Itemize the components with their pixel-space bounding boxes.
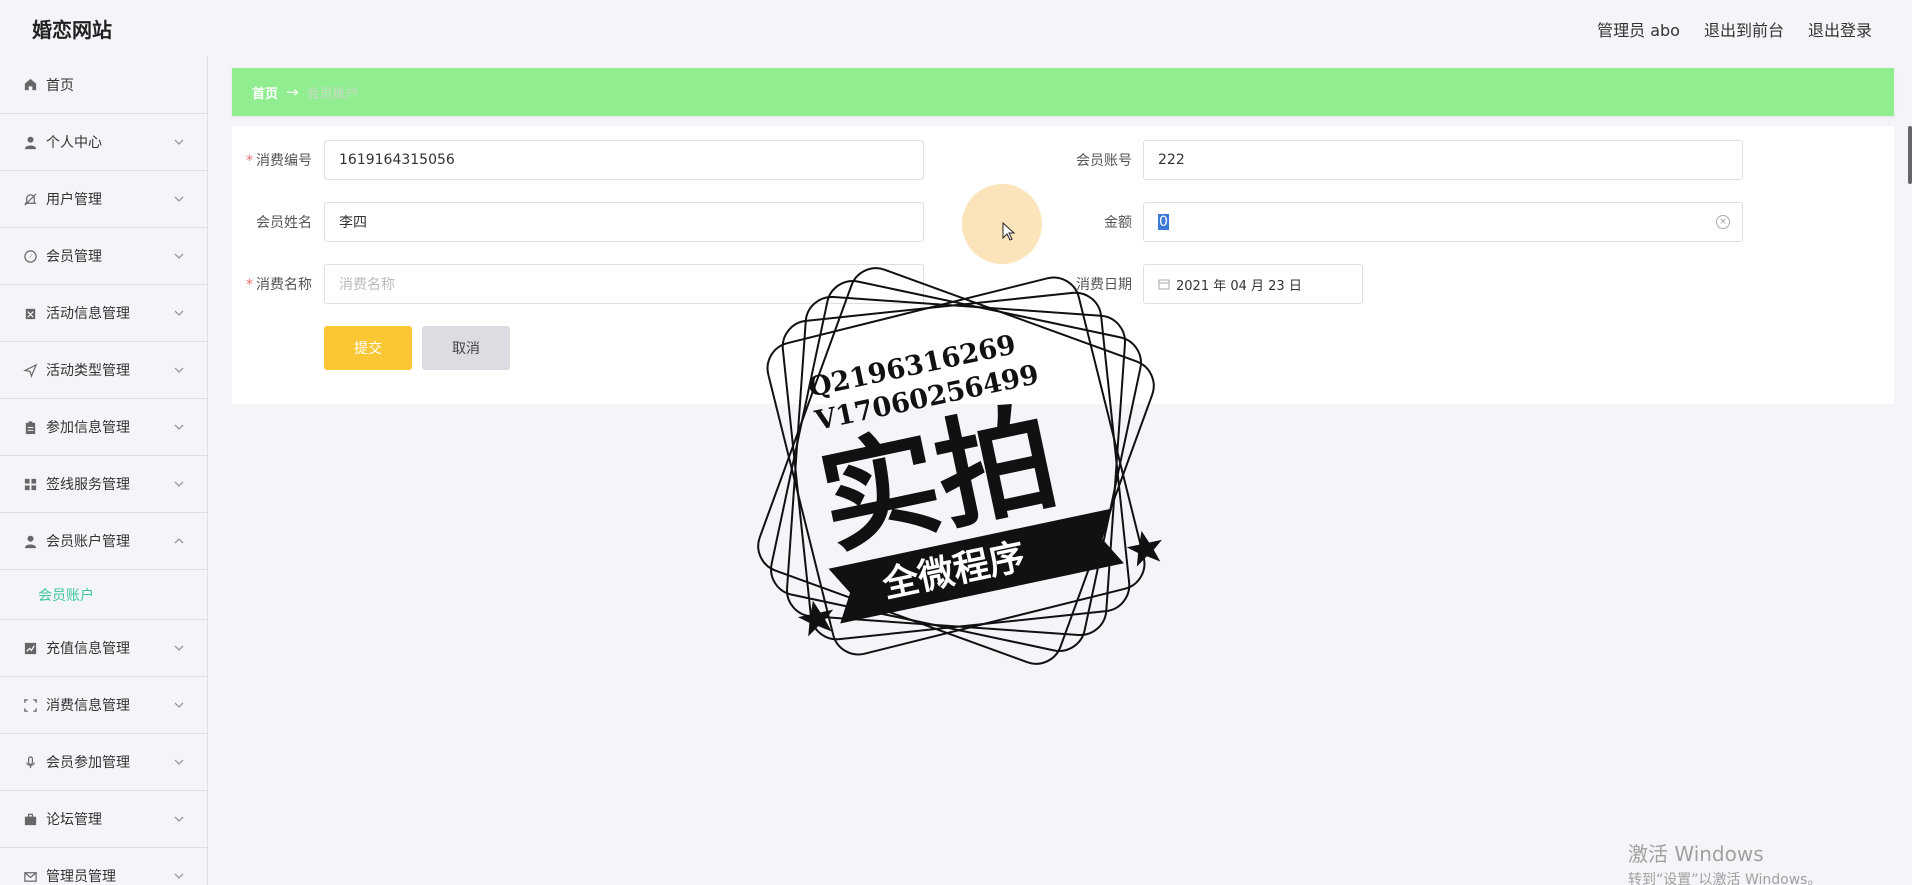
sidebar-item-label: 会员参加管理 — [46, 755, 130, 771]
chevron-down-icon — [174, 367, 184, 373]
sidebar-item-label: 签线服务管理 — [46, 477, 130, 493]
sidebar-item-label: 个人中心 — [46, 135, 102, 151]
consume-date-picker[interactable]: 2021 年 04 月 23 日 — [1143, 264, 1363, 304]
member-account-label: 会员账号 — [1076, 153, 1132, 169]
sidebar-item-activity-info[interactable]: 活动信息管理 — [0, 285, 207, 342]
submit-button[interactable]: 提交 — [324, 326, 412, 370]
submenu-item-member-account[interactable]: 会员账户 — [0, 570, 207, 620]
sidebar-item-forum[interactable]: 论坛管理 — [0, 791, 207, 848]
sidebar-item-members[interactable]: 会员管理 — [0, 228, 207, 285]
user-icon — [22, 134, 38, 150]
chevron-up-icon — [174, 538, 184, 544]
clear-icon[interactable]: × — [1716, 215, 1730, 229]
sidebar-item-label: 参加信息管理 — [46, 420, 130, 436]
fullscreen-icon — [22, 697, 38, 713]
amount-label: 金额 — [1104, 215, 1132, 231]
chevron-down-icon — [174, 873, 184, 879]
sidebar-item-label: 会员管理 — [46, 249, 102, 265]
breadcrumb-arrow: → — [286, 83, 299, 101]
chevron-down-icon — [174, 253, 184, 259]
top-bar: 婚恋网站 管理员 abo 退出到前台 退出登录 — [0, 0, 1912, 56]
home-icon — [22, 77, 38, 93]
sidebar-item-label: 首页 — [46, 77, 74, 94]
chevron-down-icon — [174, 196, 184, 202]
member-account-input[interactable]: 222 — [1143, 140, 1743, 180]
send-icon — [22, 362, 38, 378]
member-name-input[interactable]: 李四 — [324, 202, 924, 242]
site-title: 婚恋网站 — [32, 18, 112, 42]
sidebar-item-join-info[interactable]: 参加信息管理 — [0, 399, 207, 456]
sidebar-item-admins[interactable]: 管理员管理 — [0, 848, 207, 885]
calendar-icon — [22, 305, 38, 321]
sidebar-item-label: 活动类型管理 — [46, 363, 130, 379]
mouse-cursor-icon — [1002, 222, 1016, 241]
briefcase-icon — [22, 811, 38, 827]
breadcrumb-home-link[interactable]: 首页 — [252, 83, 278, 102]
bell-off-icon — [22, 191, 38, 207]
sidebar-item-label: 充值信息管理 — [46, 641, 130, 657]
consume-date-value: 2021 年 04 月 23 日 — [1176, 278, 1302, 294]
sidebar-item-home[interactable]: 首页 — [0, 56, 207, 114]
chevron-down-icon — [174, 139, 184, 145]
sidebar-item-member-account[interactable]: 会员账户管理 — [0, 513, 207, 570]
sidebar-item-member-join[interactable]: 会员参加管理 — [0, 734, 207, 791]
watermark-stamp: Q2196316269 V17060256499 实拍 全微程序 — [757, 267, 1162, 665]
chevron-down-icon — [174, 702, 184, 708]
windows-activation-subtitle: 转到“设置”以激活 Windows。 — [1628, 872, 1822, 885]
chevron-down-icon — [174, 816, 184, 822]
sidebar-item-activity-type[interactable]: 活动类型管理 — [0, 342, 207, 399]
chevron-down-icon — [174, 645, 184, 651]
windows-activation-title: 激活 Windows — [1628, 842, 1764, 866]
chevron-down-icon — [174, 424, 184, 430]
chevron-down-icon — [174, 310, 184, 316]
sidebar-item-profile[interactable]: 个人中心 — [0, 114, 207, 171]
clipboard-icon — [22, 419, 38, 435]
cancel-button[interactable]: 取消 — [422, 326, 510, 370]
breadcrumb-current: 会员账户 — [306, 86, 359, 102]
scrollbar-thumb[interactable] — [1908, 126, 1912, 184]
sidebar-item-recharge[interactable]: 充值信息管理 — [0, 620, 207, 677]
logout-link[interactable]: 退出登录 — [1808, 17, 1872, 41]
sidebar-item-label: 用户管理 — [46, 192, 102, 208]
chart-icon — [22, 640, 38, 656]
back-to-front-link[interactable]: 退出到前台 — [1704, 17, 1784, 41]
chevron-down-icon — [174, 759, 184, 765]
sidebar: 首页 个人中心 用户管理 会员管理 活动信息管理 活动类型管理 参加信息管理 签… — [0, 56, 208, 885]
sidebar-item-label: 论坛管理 — [46, 812, 102, 828]
amount-input[interactable]: 0 × — [1143, 202, 1743, 242]
sidebar-item-label: 消费信息管理 — [46, 698, 130, 714]
breadcrumb: 首页 → 会员账户 — [232, 68, 1894, 116]
mic-icon — [22, 754, 38, 770]
sidebar-item-consume[interactable]: 消费信息管理 — [0, 677, 207, 734]
consume-name-label: * 消费名称 — [246, 277, 312, 293]
sidebar-item-label: 管理员管理 — [46, 869, 116, 885]
mail-icon — [22, 868, 38, 884]
required-mark: * — [246, 277, 253, 293]
user-icon — [22, 533, 38, 549]
admin-user-link[interactable]: 管理员 abo — [1597, 17, 1680, 41]
compass-icon — [22, 248, 38, 264]
grid-icon — [22, 476, 38, 492]
consume-no-input[interactable]: 1619164315056 — [324, 140, 924, 180]
consume-no-label: * 消费编号 — [246, 153, 312, 169]
amount-value: 0 — [1158, 214, 1169, 230]
sidebar-item-label: 活动信息管理 — [46, 306, 130, 322]
sidebar-item-users[interactable]: 用户管理 — [0, 171, 207, 228]
top-links: 管理员 abo 退出到前台 退出登录 — [1597, 17, 1872, 41]
chevron-down-icon — [174, 481, 184, 487]
member-name-label: 会员姓名 — [256, 215, 312, 231]
windows-activation-notice: 激活 Windows 转到“设置”以激活 Windows。 — [1628, 838, 1821, 885]
sidebar-item-sign-service[interactable]: 签线服务管理 — [0, 456, 207, 513]
sidebar-item-label: 会员账户管理 — [46, 534, 130, 550]
required-mark: * — [246, 153, 253, 169]
